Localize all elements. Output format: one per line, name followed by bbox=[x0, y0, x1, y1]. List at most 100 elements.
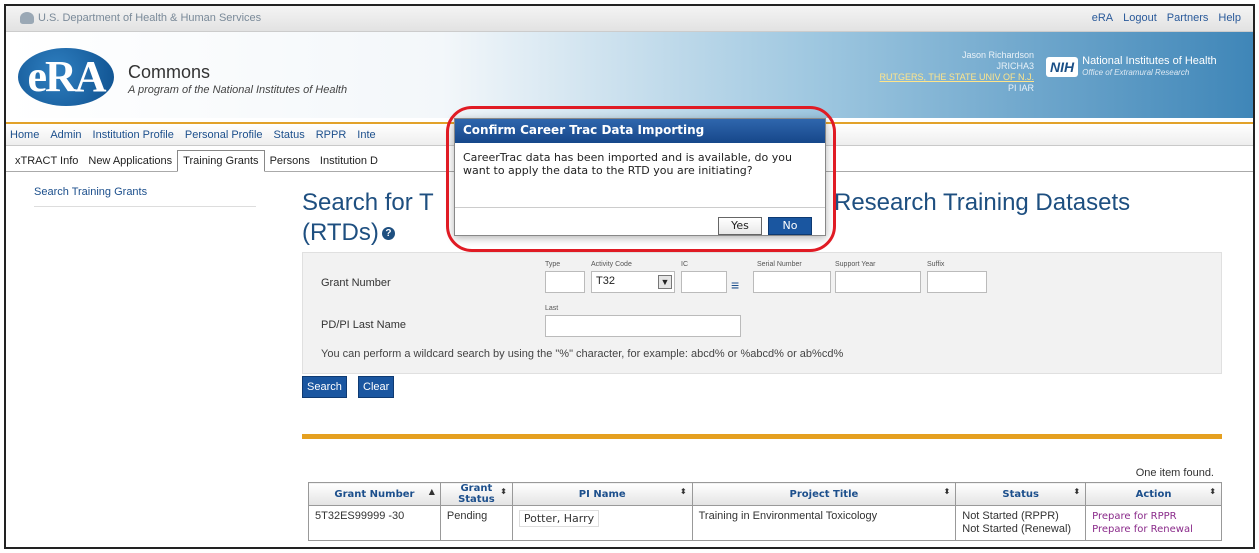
search-form: Grant Number Type Activity Code IC Seria… bbox=[302, 252, 1222, 374]
logout-link[interactable]: Logout bbox=[1123, 12, 1157, 24]
cell-pi-name: Potter, Harry bbox=[511, 505, 693, 541]
nav-inte[interactable]: Inte bbox=[357, 129, 375, 141]
search-button[interactable]: Search bbox=[302, 376, 347, 398]
activity-code-value: T32 bbox=[596, 275, 615, 287]
nav-admin[interactable]: Admin bbox=[50, 129, 81, 141]
tab-institution-d[interactable]: Institution D bbox=[315, 151, 383, 171]
nih-name: National Institutes of Health bbox=[1082, 55, 1217, 67]
user-organization[interactable]: RUTGERS, THE STATE UNIV OF N.J. bbox=[874, 72, 1034, 83]
leftnav-search-training-grants[interactable]: Search Training Grants bbox=[34, 186, 147, 198]
wildcard-hint: You can perform a wildcard search by usi… bbox=[321, 348, 844, 360]
sort-icon[interactable]: ⬍ bbox=[680, 487, 687, 496]
page-title-line2: (RTDs) ? bbox=[302, 218, 395, 248]
nav-home[interactable]: Home bbox=[10, 129, 39, 141]
col-grant-status[interactable]: Grant Status ⬍ bbox=[439, 482, 513, 506]
status-rppr: Not Started (RPPR) bbox=[962, 510, 1059, 522]
col-grant-number-label: Grant Number bbox=[334, 488, 415, 500]
hhs-top-bar: U.S. Department of Health & Human Servic… bbox=[6, 6, 1253, 32]
nav-institution-profile[interactable]: Institution Profile bbox=[93, 129, 174, 141]
nih-logo[interactable]: NIH National Institutes of Health Office… bbox=[1046, 56, 1217, 78]
app-name: Commons bbox=[128, 62, 211, 82]
serial-number-input[interactable] bbox=[753, 271, 831, 293]
col-project-title[interactable]: Project Title ⬍ bbox=[691, 482, 957, 506]
hhs-eagle-icon bbox=[20, 12, 34, 24]
help-icon[interactable]: ? bbox=[381, 226, 395, 240]
suffix-label: Suffix bbox=[927, 261, 945, 268]
partners-link[interactable]: Partners bbox=[1167, 12, 1209, 24]
sort-icon[interactable]: ⬍ bbox=[1209, 487, 1216, 496]
nav-rppr[interactable]: RPPR bbox=[316, 129, 347, 141]
clear-button[interactable]: Clear bbox=[358, 376, 395, 398]
era-link[interactable]: eRA bbox=[1092, 12, 1113, 24]
prepare-rppr-link[interactable]: Prepare for RPPR bbox=[1092, 511, 1176, 522]
sort-icon[interactable]: ⬍ bbox=[1073, 487, 1080, 496]
col-project-title-label: Project Title bbox=[789, 488, 859, 500]
dialog-message: CareerTrac data has been imported and is… bbox=[463, 151, 792, 177]
results-table: Grant Number ▲ Grant Status ⬍ PI Name ⬍ … bbox=[308, 482, 1222, 541]
browser-frame: U.S. Department of Health & Human Servic… bbox=[4, 4, 1255, 549]
yes-button[interactable]: Yes bbox=[718, 217, 762, 235]
type-input[interactable] bbox=[545, 271, 585, 293]
sort-asc-icon[interactable]: ▲ bbox=[429, 487, 435, 496]
nih-abbr: NIH bbox=[1046, 57, 1079, 77]
type-label: Type bbox=[545, 261, 561, 268]
prepare-renewal-link[interactable]: Prepare for Renewal bbox=[1092, 524, 1193, 535]
col-action[interactable]: Action ⬍ bbox=[1085, 482, 1222, 506]
ic-label: IC bbox=[681, 261, 688, 268]
cell-action: Prepare for RPPR Prepare for Renewal bbox=[1085, 505, 1222, 541]
cell-status: Not Started (RPPR) Not Started (Renewal) bbox=[955, 505, 1087, 541]
col-grant-status-label: Grant Status bbox=[458, 483, 495, 505]
nav-personal-profile[interactable]: Personal Profile bbox=[185, 129, 263, 141]
utility-links: eRA Logout Partners Help bbox=[1092, 12, 1241, 24]
suffix-input[interactable] bbox=[927, 271, 987, 293]
status-renewal: Not Started (Renewal) bbox=[962, 523, 1072, 535]
pdpi-last-name-input[interactable] bbox=[545, 315, 741, 337]
user-name: Jason Richardson bbox=[961, 50, 1034, 60]
col-pi-name[interactable]: PI Name ⬍ bbox=[511, 482, 693, 506]
help-link[interactable]: Help bbox=[1218, 12, 1241, 24]
ic-input[interactable] bbox=[681, 271, 727, 293]
table-row: 5T32ES99999 -30 Pending Potter, Harry Tr… bbox=[308, 505, 1222, 541]
sort-icon[interactable]: ⬍ bbox=[500, 487, 507, 496]
dialog-title: Confirm Career Trac Data Importing bbox=[455, 119, 825, 143]
col-status[interactable]: Status ⬍ bbox=[955, 482, 1087, 506]
tab-persons[interactable]: Persons bbox=[265, 151, 315, 171]
nav-status[interactable]: Status bbox=[274, 129, 305, 141]
chevron-down-icon[interactable]: ▼ bbox=[658, 275, 672, 289]
activity-code-label: Activity Code bbox=[591, 261, 632, 268]
support-year-input[interactable] bbox=[835, 271, 921, 293]
page-title-rtds: (RTDs) bbox=[302, 219, 379, 246]
col-status-label: Status bbox=[1002, 488, 1039, 500]
lookup-list-icon[interactable]: ≡ bbox=[731, 278, 743, 292]
support-year-label: Support Year bbox=[835, 261, 876, 268]
era-logo[interactable]: eRA bbox=[18, 48, 114, 106]
tab-training-grants[interactable]: Training Grants bbox=[177, 150, 265, 172]
hhs-agency[interactable]: U.S. Department of Health & Human Servic… bbox=[20, 12, 261, 24]
col-action-label: Action bbox=[1135, 488, 1172, 500]
no-button[interactable]: No bbox=[768, 217, 812, 235]
activity-code-select[interactable]: T32 ▼ bbox=[591, 271, 675, 293]
nih-name-block: National Institutes of Health Office of … bbox=[1082, 56, 1217, 78]
app-tagline: A program of the National Institutes of … bbox=[128, 84, 348, 96]
col-pi-name-label: PI Name bbox=[578, 488, 626, 500]
page-header: eRA Commons A program of the National In… bbox=[6, 32, 1253, 118]
sort-icon[interactable]: ⬍ bbox=[944, 487, 951, 496]
dialog-divider bbox=[455, 207, 825, 208]
pdpi-last-name-label: PD/PI Last Name bbox=[321, 319, 406, 331]
results-count: One item found. bbox=[1135, 467, 1214, 479]
serial-number-label: Serial Number bbox=[757, 261, 802, 268]
tab-xtract-info[interactable]: xTRACT Info bbox=[10, 151, 83, 171]
left-nav: Search Training Grants bbox=[34, 186, 256, 207]
cell-project-title: Training in Environmental Toxicology bbox=[691, 505, 957, 541]
page-title-part2: Research Training Datasets bbox=[834, 189, 1131, 216]
col-grant-number[interactable]: Grant Number ▲ bbox=[308, 482, 441, 506]
tab-new-applications[interactable]: New Applications bbox=[83, 151, 177, 171]
pi-name: Potter, Harry bbox=[518, 510, 600, 527]
user-info: Jason Richardson JRICHA3 RUTGERS, THE ST… bbox=[874, 50, 1034, 94]
cell-grant-status: Pending bbox=[439, 505, 513, 541]
grant-number-label: Grant Number bbox=[321, 277, 391, 289]
last-label: Last bbox=[545, 305, 559, 312]
nih-office: Office of Extramural Research bbox=[1082, 68, 1190, 77]
page-title-part1: Search for T bbox=[302, 189, 434, 216]
section-divider bbox=[302, 434, 1222, 439]
